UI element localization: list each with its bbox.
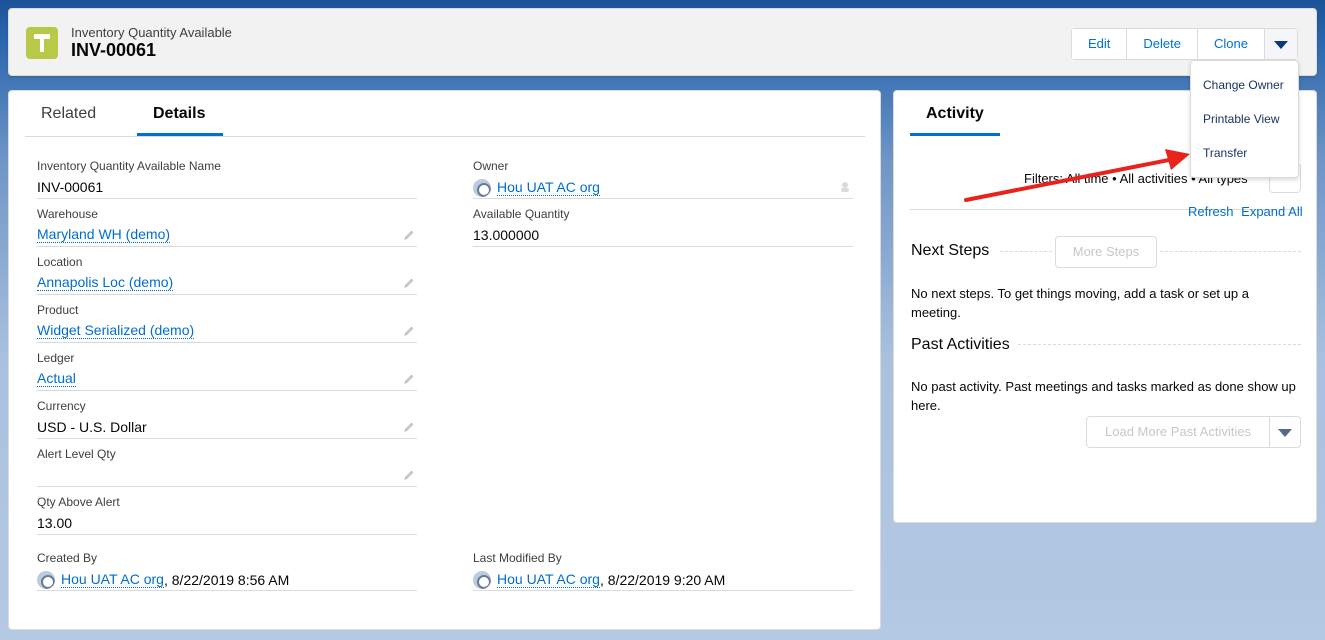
tab-activity[interactable]: Activity <box>926 105 984 123</box>
change-owner-icon[interactable] <box>839 181 851 193</box>
next-steps-title: Next Steps <box>911 242 990 259</box>
load-more-button-group: Load More Past Activities <box>1086 416 1301 448</box>
chevron-down-icon <box>1273 41 1288 49</box>
record-header: Inventory Quantity Available INV-00061 E… <box>8 8 1317 76</box>
product-link[interactable]: Widget Serialized (demo) <box>37 323 195 339</box>
pencil-icon[interactable] <box>403 229 415 241</box>
tab-related[interactable]: Related <box>41 105 96 123</box>
field-label: Owner <box>473 159 509 173</box>
field-product: Product Widget Serialized (demo) <box>37 303 417 343</box>
field-value: 13.000000 <box>473 227 540 243</box>
divider <box>1018 344 1301 345</box>
divider <box>1000 251 1052 252</box>
field-warehouse: Warehouse Maryland WH (demo) <box>37 207 417 247</box>
field-qty-above-alert: Qty Above Alert 13.00 <box>37 495 417 535</box>
action-button-group: Edit Delete Clone <box>1071 28 1298 60</box>
field-label: Alert Level Qty <box>37 447 116 461</box>
past-activities-empty-text: No past activity. Past meetings and task… <box>911 379 1296 413</box>
field-created-by: Created By Hou UAT AC org , 8/22/2019 8:… <box>37 551 417 591</box>
more-steps-button[interactable]: More Steps <box>1055 236 1157 268</box>
red-arrow-annotation <box>964 149 1190 202</box>
field-name: Inventory Quantity Available Name INV-00… <box>37 159 417 199</box>
pencil-icon[interactable] <box>403 277 415 289</box>
field-label: Currency <box>37 399 86 413</box>
record-title: INV-00061 <box>71 40 157 60</box>
field-ledger: Ledger Actual <box>37 351 417 391</box>
menu-item-transfer[interactable]: Transfer <box>1203 146 1247 160</box>
edit-button[interactable]: Edit <box>1072 29 1128 59</box>
expand-all-link[interactable]: Expand All <box>1241 204 1302 219</box>
divider <box>1160 251 1301 252</box>
created-by-user-link[interactable]: Hou UAT AC org <box>61 572 164 588</box>
user-avatar-icon <box>473 179 491 197</box>
pencil-icon[interactable] <box>403 373 415 385</box>
object-label: Inventory Quantity Available <box>71 25 232 40</box>
record-tabs: Related Details <box>25 91 865 137</box>
field-alert-level: Alert Level Qty <box>37 447 417 487</box>
field-label: Product <box>37 303 79 317</box>
menu-item-change-owner[interactable]: Change Owner <box>1203 78 1284 92</box>
modified-by-user-link[interactable]: Hou UAT AC org <box>497 572 600 588</box>
field-label: Created By <box>37 551 98 565</box>
owner-value: Hou UAT AC org <box>473 179 600 197</box>
owner-link[interactable]: Hou UAT AC org <box>497 180 600 196</box>
menu-item-printable-view[interactable]: Printable View <box>1203 112 1280 126</box>
field-value: 13.00 <box>37 515 73 531</box>
field-value: INV-00061 <box>37 179 104 195</box>
more-actions-menu: Change Owner Printable View Transfer <box>1190 60 1299 178</box>
activity-links: Refresh Expand All <box>1184 204 1303 219</box>
field-location: Location Annapolis Loc (demo) <box>37 255 417 295</box>
warehouse-link[interactable]: Maryland WH (demo) <box>37 227 171 243</box>
field-last-modified-by: Last Modified By Hou UAT AC org , 8/22/2… <box>473 551 853 591</box>
field-value: USD - U.S. Dollar <box>37 419 147 435</box>
load-more-past-activities-button[interactable]: Load More Past Activities <box>1087 417 1270 447</box>
active-tab-indicator <box>137 133 223 136</box>
field-label: Last Modified By <box>473 551 562 565</box>
past-activities-title: Past Activities <box>911 336 1010 353</box>
ledger-link[interactable]: Actual <box>37 371 76 387</box>
location-link[interactable]: Annapolis Loc (demo) <box>37 275 174 291</box>
field-owner: Owner Hou UAT AC org <box>473 159 853 199</box>
tool-icon <box>26 27 58 59</box>
user-avatar-icon <box>37 571 55 589</box>
field-label: Location <box>37 255 83 269</box>
chevron-down-icon <box>1278 429 1292 437</box>
modified-date: , 8/22/2019 9:20 AM <box>599 572 726 588</box>
created-date: , 8/22/2019 8:56 AM <box>163 572 290 588</box>
tab-details[interactable]: Details <box>153 105 205 123</box>
field-label: Inventory Quantity Available Name <box>37 159 221 173</box>
field-label: Available Quantity <box>473 207 570 221</box>
field-available-quantity: Available Quantity 13.000000 <box>473 207 853 247</box>
field-currency: Currency USD - U.S. Dollar <box>37 399 417 439</box>
more-actions-button[interactable] <box>1264 29 1297 59</box>
field-label: Ledger <box>37 351 75 365</box>
delete-button[interactable]: Delete <box>1127 29 1198 59</box>
pencil-icon[interactable] <box>403 469 415 481</box>
user-avatar-icon <box>473 571 491 589</box>
field-label: Warehouse <box>37 207 98 221</box>
created-by-value: Hou UAT AC org , 8/22/2019 8:56 AM <box>37 571 289 589</box>
next-steps-empty-text: No next steps. To get things moving, add… <box>911 286 1249 320</box>
details-card: Related Details Inventory Quantity Avail… <box>8 90 881 630</box>
field-label: Qty Above Alert <box>37 495 120 509</box>
load-more-menu-button[interactable] <box>1270 417 1300 447</box>
pencil-icon[interactable] <box>403 421 415 433</box>
clone-button[interactable]: Clone <box>1197 29 1265 59</box>
active-tab-indicator <box>910 133 1000 136</box>
modified-by-value: Hou UAT AC org , 8/22/2019 9:20 AM <box>473 571 725 589</box>
pencil-icon[interactable] <box>403 325 415 337</box>
